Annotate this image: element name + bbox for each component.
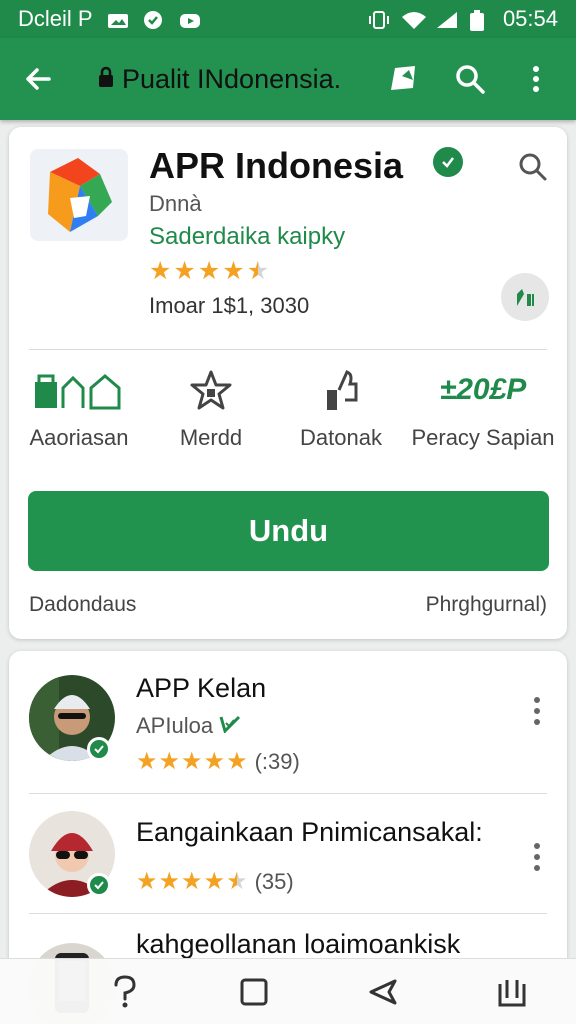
list-item-title: Eangainkaan Pnimicansakal: <box>136 817 483 847</box>
feature-label: Datonak <box>300 425 382 450</box>
store-icon <box>19 365 139 415</box>
star-icon: ★ <box>226 748 248 775</box>
message-icon <box>143 10 165 29</box>
more-vert-icon[interactable] <box>525 837 549 877</box>
price-icon: ±20£P <box>409 365 557 415</box>
star-icon: ★ <box>136 868 158 895</box>
install-button[interactable]: Undu <box>28 491 549 571</box>
star-icon: ★ <box>158 748 181 775</box>
installs-count: Imoar 1$1, 3030 <box>149 293 310 318</box>
recents-icon[interactable] <box>487 967 537 1017</box>
verified-icon <box>219 713 241 739</box>
star-icon: ★ <box>203 868 226 895</box>
list-item-subtitle: APIuloa <box>136 713 241 739</box>
nav-bar <box>0 958 576 1024</box>
star-icon: ★ <box>149 257 172 285</box>
wifi-icon <box>401 10 426 29</box>
list-item-title: APP Kelan <box>136 673 267 703</box>
more-vert-icon[interactable] <box>514 57 558 101</box>
home-square-icon[interactable] <box>229 967 279 1017</box>
help-icon[interactable] <box>100 967 150 1017</box>
feature-row: Aaoriasan Merdd Datonak ±20£P Peracy Sap… <box>9 365 567 465</box>
star-icon: ★ <box>173 257 196 285</box>
app-bar: Pualit INdonensia. <box>0 38 576 120</box>
status-bar: Dcleil P 05:54 <box>0 0 576 38</box>
back-triangle-icon[interactable] <box>358 967 408 1017</box>
verified-badge-icon <box>87 737 111 761</box>
back-arrow-icon[interactable] <box>18 59 58 99</box>
developer-link[interactable]: Phrghgurnal) <box>426 593 547 617</box>
developer-name[interactable]: Dnnà <box>149 191 202 217</box>
feature-label: Peracy Sapian <box>411 425 555 450</box>
list-item[interactable]: Eangainkaan Pnimicansakal: ★ ★ ★ ★ ★ (35… <box>9 787 567 907</box>
search-icon[interactable] <box>448 57 492 101</box>
star-icon: ★ <box>158 868 181 895</box>
app-title: APR Indonesia <box>149 145 404 186</box>
vibrate-icon <box>367 10 389 29</box>
feature-merdd[interactable]: Merdd <box>161 365 261 451</box>
feature-label: Merdd <box>179 425 243 450</box>
rating-count: (:39) <box>254 749 300 774</box>
search-icon[interactable] <box>511 145 555 189</box>
star-icon: ★ <box>197 257 221 285</box>
clock: 05:54 <box>502 6 558 31</box>
signal-icon <box>435 10 457 28</box>
list-item-title: kahgeollanan loaimoankisk <box>136 929 461 959</box>
list-item[interactable]: APP Kelan APIuloa ★ ★ ★ ★ ★ (:39) <box>9 651 567 774</box>
more-vert-icon[interactable] <box>525 691 549 731</box>
wishlist-button[interactable] <box>501 273 549 321</box>
details-link[interactable]: Dadondaus <box>29 593 136 617</box>
rating-stars: ★ ★ ★ ★ ★ <box>149 259 269 284</box>
verified-icon <box>433 147 463 177</box>
video-icon <box>179 10 201 28</box>
star-icon: ★ <box>181 748 203 775</box>
rating-count: (35) <box>254 869 294 894</box>
list-item-rating: ★ ★ ★ ★ ★ (:39) <box>136 749 300 775</box>
lock-icon <box>98 64 114 95</box>
feature-peracy-sapian[interactable]: ±20£P Peracy Sapian <box>409 365 557 451</box>
star-icon: ★ <box>203 748 226 775</box>
battery-icon <box>469 10 491 31</box>
star-half-icon: ★ <box>246 257 270 285</box>
price-value: ±20£P <box>439 373 527 406</box>
verified-badge-icon <box>87 873 111 897</box>
thumb-icon <box>281 365 401 415</box>
app-bar-title: Pualit INdonensia. <box>98 64 341 95</box>
feature-label: Aaoriasan <box>29 425 129 450</box>
star-icon: ★ <box>222 257 245 285</box>
feature-datonak[interactable]: Datonak <box>281 365 401 451</box>
list-item-rating: ★ ★ ★ ★ ★ (35) <box>136 869 294 895</box>
star-icon <box>161 365 261 415</box>
star-icon: ★ <box>181 868 203 895</box>
star-icon: ★ <box>136 748 158 775</box>
app-detail-card: APR Indonesia Dnnà Saderdaika kaipky ★ ★… <box>9 127 567 639</box>
category-link[interactable]: Saderdaika kaipky <box>149 223 345 251</box>
app-logo-icon <box>30 149 128 241</box>
carrier-label: Dcleil P <box>18 6 93 31</box>
app-bar-title-text: Pualit INdonensia. <box>122 63 342 94</box>
list-item-developer: APIuloa <box>136 713 214 738</box>
divider <box>29 349 547 350</box>
image-icon <box>107 10 129 28</box>
bookmark-icon[interactable] <box>382 57 426 101</box>
feature-aaoriasan[interactable]: Aaoriasan <box>19 365 139 451</box>
star-half-icon: ★ <box>226 868 248 895</box>
